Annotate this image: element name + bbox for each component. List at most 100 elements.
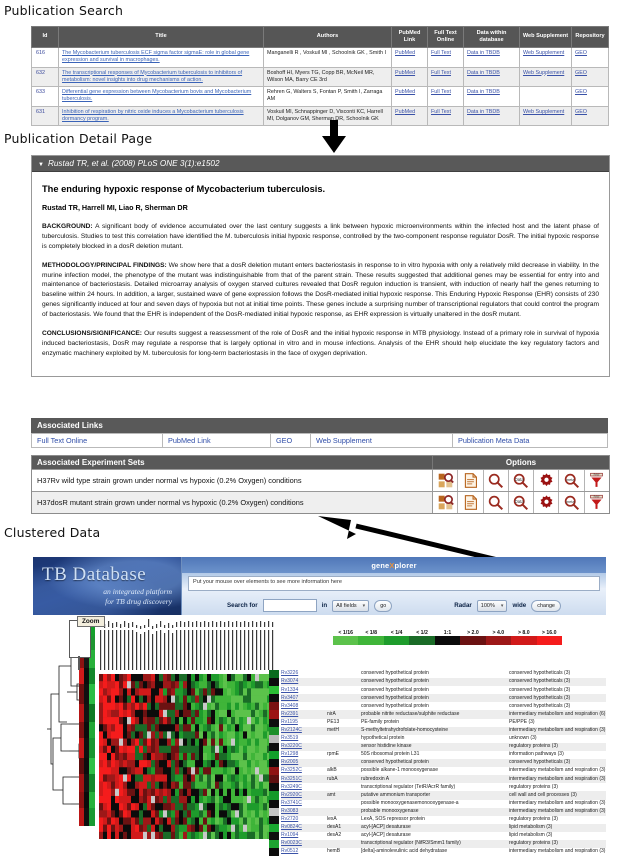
option-search-meta[interactable]: meta: [558, 492, 584, 513]
gene-id-link[interactable]: Rv3220C: [281, 743, 302, 749]
gene-id-link[interactable]: Rv2124C: [281, 727, 302, 733]
document-icon[interactable]: [462, 494, 479, 511]
repository-link[interactable]: GEO: [575, 70, 587, 76]
fulltext-link[interactable]: Full Text: [431, 89, 451, 95]
field-select[interactable]: All fields ▾: [332, 599, 370, 612]
option-search-meta[interactable]: meta: [558, 470, 584, 491]
gene-id-link[interactable]: Rv3741C: [281, 800, 302, 806]
change-button[interactable]: change: [531, 599, 561, 612]
gene-id-link[interactable]: Rv3408: [281, 703, 298, 709]
app-title-left: gene: [371, 561, 390, 570]
funnel-icon[interactable]: RAW: [588, 494, 605, 511]
option-settings[interactable]: [533, 470, 559, 491]
cell-authors: Rehren G, Walters S, Fontan P, Smith I, …: [263, 86, 392, 107]
publication-title-link[interactable]: Inhibition of respiration by nitric oxid…: [62, 109, 244, 122]
gene-id-link[interactable]: Rv3226: [281, 670, 298, 676]
gene-function-cell: intermediary metabolism and respiration …: [509, 807, 606, 814]
pubmed-link[interactable]: PubMed Link: [168, 436, 211, 445]
fulltext-link[interactable]: Full Text: [431, 50, 451, 56]
cell-websupp: [519, 86, 572, 107]
document-icon[interactable]: [462, 472, 479, 489]
data-in-tbdb-link[interactable]: Data in TBDB: [467, 89, 500, 95]
search-input[interactable]: [262, 599, 317, 612]
search-icon[interactable]: [487, 472, 504, 489]
gene-id-link[interactable]: Rv1195: [281, 719, 298, 725]
repository-link[interactable]: GEO: [575, 50, 587, 56]
publication-title-link[interactable]: The Mycobacterium tuberculosis ECF sigma…: [62, 50, 249, 63]
gene-id-link[interactable]: Rv3252C: [281, 767, 302, 773]
web-supplement-link[interactable]: Web Supplement: [523, 70, 564, 76]
svg-text:meta: meta: [566, 477, 576, 482]
gene-id-link[interactable]: Rv2391: [281, 711, 298, 717]
repository-link[interactable]: GEO: [575, 89, 587, 95]
publication-title-link[interactable]: The transcriptional responses of Mycobac…: [62, 70, 242, 83]
option-filter[interactable]: RAW: [583, 492, 609, 513]
option-search-data[interactable]: Data: [507, 470, 534, 491]
option-document[interactable]: [457, 492, 483, 513]
gene-id-link[interactable]: Rv3249C: [281, 784, 302, 790]
publication-citation-bar[interactable]: ▼ Rustad TR, et al. (2008) PLoS ONE 3(1):…: [32, 156, 609, 172]
gene-function-cell: intermediary metabolism and respiration …: [509, 727, 606, 733]
option-filter[interactable]: RAW: [583, 470, 609, 491]
web-supplement-link[interactable]: Web Supplement: [316, 436, 372, 445]
gene-id-link[interactable]: Rv0023C: [281, 840, 302, 846]
cell-authors: Boshoff HI, Myers TG, Copp BR, McNeil MR…: [263, 66, 392, 88]
option-cluster-view[interactable]: [433, 470, 458, 491]
gene-id-link[interactable]: Rv0824C: [281, 824, 302, 830]
gene-id-link[interactable]: Rv3074: [281, 678, 298, 684]
gear-icon[interactable]: [538, 494, 555, 511]
funnel-icon[interactable]: RAW: [588, 472, 605, 489]
pubmed-link[interactable]: PubMed: [395, 70, 415, 76]
gene-id-link[interactable]: Rv0512: [281, 848, 298, 854]
publication-title-link[interactable]: Differential gene expression between Myc…: [62, 89, 251, 102]
gene-id-link[interactable]: Rv1298: [281, 751, 298, 757]
gene-id-link[interactable]: Rv2005: [281, 759, 298, 765]
logo-tagline: an integrated platform for TB drug disco…: [103, 587, 172, 608]
geo-link[interactable]: GEO: [276, 436, 292, 445]
publication-meta-data-link[interactable]: Publication Meta Data: [458, 436, 529, 445]
gene-description-cell: transcriptional regulator (NifR3/Smm1 fa…: [361, 840, 461, 847]
option-settings[interactable]: [533, 492, 559, 513]
gene-id-link[interactable]: Rv2920C: [281, 792, 302, 798]
cluster-view-icon[interactable]: [437, 472, 454, 489]
pubmed-link[interactable]: PubMed: [395, 50, 415, 56]
data-in-tbdb-link[interactable]: Data in TBDB: [467, 109, 500, 115]
zoom-label[interactable]: Zoom: [77, 616, 106, 627]
pubmed-link[interactable]: PubMed: [395, 109, 415, 115]
fulltext-link[interactable]: Full Text: [431, 70, 451, 76]
full-text-online-link[interactable]: Full Text Online: [37, 436, 87, 445]
repository-link[interactable]: GEO: [575, 109, 587, 115]
data-in-tbdb-link[interactable]: Data in TBDB: [467, 70, 500, 76]
search-icon[interactable]: [487, 494, 504, 511]
pubmed-link[interactable]: PubMed: [395, 89, 415, 95]
search-data-icon[interactable]: Data: [512, 494, 529, 511]
option-document[interactable]: [457, 470, 483, 491]
radar-zoom-select[interactable]: 100% ▾: [476, 599, 508, 612]
go-button[interactable]: go: [374, 599, 393, 612]
gene-id-link[interactable]: Rv3407: [281, 695, 298, 701]
gene-id-link[interactable]: Rv2720: [281, 816, 298, 822]
option-search[interactable]: [482, 470, 508, 491]
collapse-triangle-icon[interactable]: ▼: [38, 162, 44, 168]
cell-id: 616: [31, 46, 59, 68]
gear-icon[interactable]: [538, 472, 555, 489]
gene-id-link[interactable]: Rv1094: [281, 832, 298, 838]
search-meta-icon[interactable]: meta: [563, 472, 580, 489]
search-data-icon[interactable]: Data: [512, 472, 529, 489]
expression-heatmap[interactable]: [99, 674, 275, 839]
search-meta-icon[interactable]: meta: [563, 494, 580, 511]
gene-id-link[interactable]: Rv3083: [281, 808, 298, 814]
web-supplement-link[interactable]: Web Supplement: [523, 109, 564, 115]
gene-id-link[interactable]: Rv1334: [281, 687, 298, 693]
option-cluster-view[interactable]: [433, 492, 458, 513]
gene-id-link[interactable]: Rv3519: [281, 735, 298, 741]
color-key-gradient: [333, 636, 562, 645]
fulltext-link[interactable]: Full Text: [431, 109, 451, 115]
web-supplement-link[interactable]: Web Supplement: [523, 50, 564, 56]
cell-repo: GEO: [571, 86, 609, 107]
data-in-tbdb-link[interactable]: Data in TBDB: [467, 50, 500, 56]
option-search-data[interactable]: Data: [507, 492, 534, 513]
cluster-view-icon[interactable]: [437, 494, 454, 511]
option-search[interactable]: [482, 492, 508, 513]
gene-id-link[interactable]: Rv3251C: [281, 776, 302, 782]
